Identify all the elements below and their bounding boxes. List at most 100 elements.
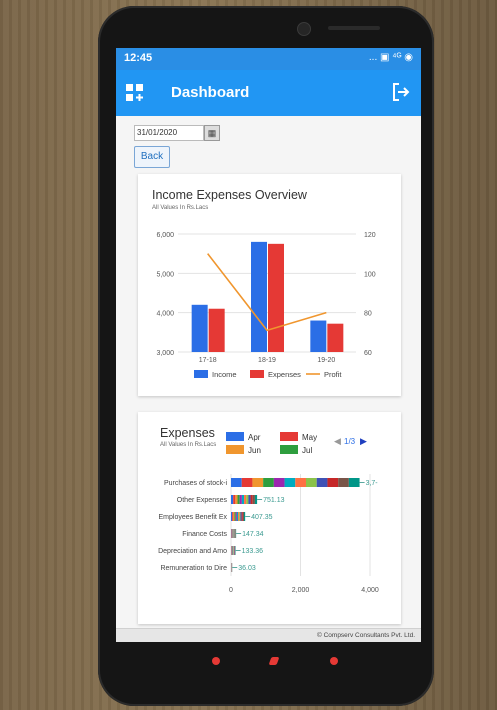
bar-segment bbox=[241, 512, 243, 521]
bar-segment bbox=[233, 495, 236, 504]
legend-label: May bbox=[302, 433, 317, 442]
legend-label: Income bbox=[212, 370, 237, 379]
bar-segment bbox=[284, 478, 296, 487]
x-tick-label: 0 bbox=[229, 587, 233, 594]
bar-segment bbox=[236, 512, 239, 521]
legend-swatch-jul bbox=[280, 445, 298, 454]
bar-segment bbox=[327, 478, 339, 487]
bar-expenses bbox=[208, 308, 225, 352]
bar-segment bbox=[306, 478, 317, 487]
bar-segment bbox=[254, 495, 258, 504]
x-tick-label: 18-19 bbox=[258, 357, 276, 364]
value-label: 147.34 bbox=[242, 531, 264, 538]
camera-icon bbox=[297, 22, 311, 36]
value-label: 133.36 bbox=[242, 548, 264, 555]
bar-segment bbox=[252, 478, 264, 487]
legend-label: Jul bbox=[302, 446, 312, 455]
bar-segment bbox=[338, 478, 349, 487]
y-tick-label: 4,000 bbox=[156, 311, 174, 318]
legend-label: Apr bbox=[248, 433, 261, 442]
value-label: 407.35 bbox=[251, 514, 273, 521]
date-field[interactable]: 31/01/2020 bbox=[134, 125, 204, 141]
bar-segment bbox=[348, 478, 360, 487]
category-label: Finance Costs bbox=[182, 531, 227, 538]
bar-segment bbox=[242, 512, 244, 521]
category-label: Employees Benefit Ex bbox=[159, 514, 228, 521]
bar-income bbox=[310, 320, 327, 352]
bar-expenses bbox=[327, 323, 344, 352]
bar-segment bbox=[235, 512, 237, 521]
bar-segment bbox=[273, 478, 285, 487]
legend-swatch-apr bbox=[226, 432, 244, 441]
main-content: 31/01/2020 ▦ Back Income Expenses Overvi… bbox=[116, 116, 421, 628]
calendar-icon[interactable]: ▦ bbox=[204, 125, 220, 141]
legend-swatch-income bbox=[194, 370, 208, 378]
y-tick-label: 3,000 bbox=[156, 350, 174, 357]
y2-tick-label: 100 bbox=[364, 271, 376, 278]
bar-segment bbox=[235, 495, 238, 504]
page-indicator: 1/3 bbox=[344, 437, 356, 446]
menu-grid-icon[interactable] bbox=[126, 84, 144, 102]
legend-swatch-may bbox=[280, 432, 298, 441]
bar-segment bbox=[244, 495, 247, 504]
expenses-card: Expenses All Values In Rs.Lacs Apr May Jun… bbox=[138, 412, 401, 624]
bar-segment bbox=[241, 495, 245, 504]
category-label: Depreciation and Amo bbox=[158, 548, 227, 555]
nav-recents-button[interactable] bbox=[330, 657, 338, 665]
value-label: 751.13 bbox=[263, 497, 285, 504]
legend-swatch-expenses bbox=[250, 370, 264, 378]
bar-segment bbox=[243, 512, 246, 521]
logout-icon[interactable] bbox=[391, 82, 411, 102]
y2-tick-label: 120 bbox=[364, 232, 376, 239]
bar-segment bbox=[237, 495, 240, 504]
bar-segment bbox=[232, 512, 234, 521]
x-tick-label: 17-18 bbox=[199, 357, 217, 364]
page-title: Dashboard bbox=[171, 84, 250, 101]
speaker-grille bbox=[328, 26, 380, 30]
footer: © Compserv Consultants Pvt. Ltd. bbox=[116, 628, 421, 642]
income-expenses-card: Income Expenses Overview All Values In R… bbox=[138, 174, 401, 396]
category-label: Purchases of stock-i bbox=[164, 480, 227, 487]
bar-segment bbox=[234, 512, 236, 521]
bar-segment bbox=[239, 495, 242, 504]
y-tick-label: 5,000 bbox=[156, 271, 174, 278]
bar-income bbox=[191, 304, 208, 352]
x-tick-label: 4,000 bbox=[361, 587, 379, 594]
bar-segment bbox=[246, 495, 249, 504]
legend-label: Profit bbox=[324, 370, 342, 379]
x-tick-label: 19-20 bbox=[317, 357, 335, 364]
bar-segment bbox=[239, 512, 241, 521]
nav-back-button[interactable] bbox=[212, 657, 220, 665]
legend-label: Jun bbox=[248, 446, 261, 455]
app-screen: 12:45 ... ▣ ⁴ᴳ ◉ Dashboard 31/01/2020 ▦ … bbox=[116, 48, 421, 642]
bar-segment bbox=[241, 478, 253, 487]
next-page-icon: ▶ bbox=[360, 436, 367, 446]
legend-label: Expenses bbox=[268, 370, 301, 379]
status-bar: 12:45 ... ▣ ⁴ᴳ ◉ bbox=[116, 48, 421, 70]
prev-page-icon: ◀ bbox=[334, 436, 341, 446]
x-tick-label: 2,000 bbox=[292, 587, 310, 594]
bar-segment bbox=[238, 512, 240, 521]
app-bar: Dashboard bbox=[116, 70, 421, 116]
bar-segment bbox=[248, 495, 251, 504]
bar-income bbox=[251, 241, 267, 352]
bar-segment bbox=[295, 478, 307, 487]
status-time: 12:45 bbox=[124, 52, 153, 64]
category-label: Remuneration to Dire bbox=[160, 565, 227, 572]
bar-segment bbox=[252, 495, 255, 504]
bar-expenses bbox=[268, 243, 284, 352]
legend-swatch-jun bbox=[226, 445, 244, 454]
bar-segment bbox=[231, 512, 233, 521]
category-label: Other Expenses bbox=[177, 497, 228, 504]
value-label: 36.03 bbox=[238, 565, 256, 572]
y-tick-label: 6,000 bbox=[156, 232, 174, 239]
expenses-chart: Apr May Jun Jul ◀ 1/3 ▶ 0 2,000 4,000 Purchases of… bbox=[158, 432, 379, 594]
bar-segment bbox=[233, 512, 235, 521]
back-button[interactable]: Back bbox=[134, 146, 170, 168]
y2-tick-label: 60 bbox=[364, 350, 372, 357]
bar-segment bbox=[316, 478, 328, 487]
bar-segment bbox=[231, 478, 242, 487]
income-expenses-chart: 3,000 60 4,000 80 5,000 100 6,000 120 17-18 18-19… bbox=[156, 232, 376, 379]
status-icons: ... ▣ ⁴ᴳ ◉ bbox=[368, 52, 413, 63]
bar-segment bbox=[240, 512, 242, 521]
